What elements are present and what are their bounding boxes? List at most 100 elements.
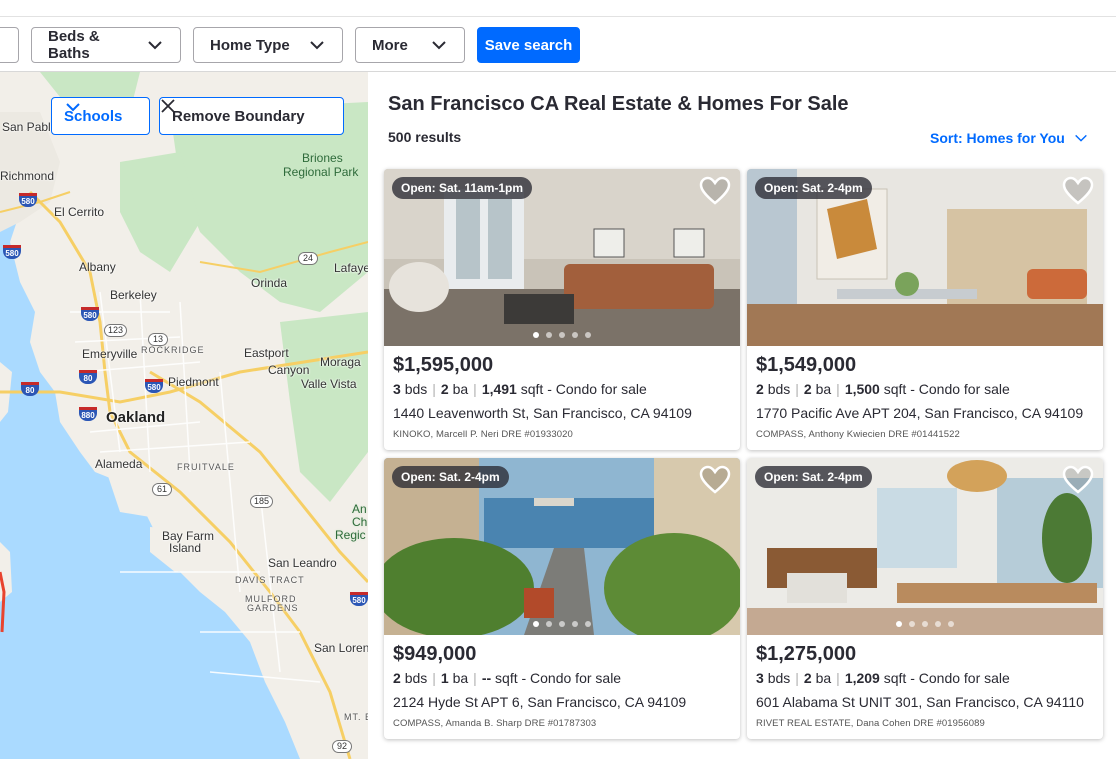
carousel-dots <box>747 621 1103 627</box>
map-label: Ch <box>352 515 368 529</box>
map-label: Piedmont <box>168 375 219 389</box>
map[interactable]: San Pablo Richmond El Cerrito Albany Ber… <box>0 72 368 759</box>
map-label: El Cerrito <box>54 205 105 219</box>
map-label: Richmond <box>0 169 55 183</box>
listing-facts: 3 bds | 2 ba | 1,209 sqft - Condo for sale <box>756 670 1010 686</box>
listing-address[interactable]: 601 Alabama St UNIT 301, San Francisco, … <box>756 694 1084 710</box>
listing-broker: RIVET REAL ESTATE, Dana Cohen DRE #01956… <box>756 718 985 729</box>
highway-shield: 80 <box>21 382 39 396</box>
highway-shield: 580 <box>81 307 99 321</box>
heart-outline-icon[interactable] <box>698 175 732 207</box>
listing-address[interactable]: 2124 Hyde St APT 6, San Francisco, CA 94… <box>393 694 686 710</box>
listing-address[interactable]: 1770 Pacific Ave APT 204, San Francisco,… <box>756 405 1083 421</box>
carousel-dots <box>384 621 740 627</box>
listing-card[interactable]: Open: Sat. 11am-1pm $1,595,000 3 bds | 2 b… <box>384 169 740 450</box>
carousel-dots <box>384 332 740 338</box>
map-label: Briones <box>302 151 343 165</box>
listing-facts: 2 bds | 2 ba | 1,500 sqft - Condo for sale <box>756 381 1010 397</box>
listing-price: $1,549,000 <box>756 354 857 376</box>
listing-photo[interactable]: Open: Sat. 2-4pm <box>384 458 740 635</box>
map-label: Albany <box>79 260 116 274</box>
home-type-label: Home Type <box>210 36 290 54</box>
listing-card[interactable]: Open: Sat. 2-4pm $949,000 2 bds | 1 ba | -- … <box>384 458 740 739</box>
beds-baths-label: Beds & Baths <box>48 28 100 62</box>
chevron-down-icon <box>310 41 324 50</box>
listing-price: $1,595,000 <box>393 354 494 376</box>
sort-dropdown[interactable]: Sort: Homes for You <box>930 130 1089 146</box>
map-label: Oakland <box>106 409 166 426</box>
chevron-down-icon <box>148 41 162 50</box>
map-label: Berkeley <box>110 288 157 302</box>
route-marker: 61 <box>152 483 172 496</box>
map-label: FRUITVALE <box>177 462 235 472</box>
top-strip <box>0 0 1116 17</box>
listing-broker: COMPASS, Anthony Kwiecien DRE #01441522 <box>756 429 960 440</box>
map-label: Alameda <box>95 457 143 471</box>
route-marker: 24 <box>298 252 318 265</box>
map-label: DAVIS TRACT <box>235 575 305 585</box>
map-label: Canyon <box>268 363 310 377</box>
map-label: Island <box>169 541 202 555</box>
home-type-filter-button[interactable]: Home Type <box>193 27 343 63</box>
results-panel: San Francisco CA Real Estate & Homes For… <box>368 72 1116 759</box>
chevron-down-icon <box>66 103 80 112</box>
heart-outline-icon[interactable] <box>698 464 732 496</box>
highway-shield: 80 <box>79 370 97 384</box>
listing-address[interactable]: 1440 Leavenworth St, San Francisco, CA 9… <box>393 405 692 421</box>
map-label: Eastport <box>244 346 289 360</box>
listing-photo[interactable]: Open: Sat. 2-4pm <box>747 169 1103 346</box>
listing-photo[interactable]: Open: Sat. 2-4pm <box>747 458 1103 635</box>
beds-baths-filter-button[interactable]: Beds & Baths <box>31 27 181 63</box>
filter-bar: Beds & Baths Home Type More Save search <box>0 17 1116 72</box>
more-label: More <box>372 36 408 54</box>
highway-shield: 580 <box>19 193 37 207</box>
map-label: San Leandro <box>268 556 337 570</box>
open-house-badge: Open: Sat. 2-4pm <box>392 466 509 488</box>
result-count: 500 results <box>388 129 462 145</box>
chevron-down-icon <box>1074 134 1087 142</box>
listing-price: $1,275,000 <box>756 643 857 665</box>
map-label: San Loren <box>314 641 368 655</box>
open-house-badge: Open: Sat. 11am-1pm <box>392 177 533 199</box>
route-marker: 185 <box>250 495 274 508</box>
listing-facts: 3 bds | 2 ba | 1,491 sqft - Condo for sale <box>393 381 647 397</box>
map-label: GARDENS <box>247 603 299 613</box>
map-label: ROCKRIDGE <box>141 345 205 355</box>
route-marker: 92 <box>332 740 352 753</box>
listing-card[interactable]: Open: Sat. 2-4pm $1,549,000 2 bds | 2 ba | 1… <box>747 169 1103 450</box>
close-icon <box>161 99 175 113</box>
highway-shield: 580 <box>145 379 163 393</box>
route-marker: 13 <box>148 333 168 346</box>
open-house-badge: Open: Sat. 2-4pm <box>755 466 872 488</box>
listing-card[interactable]: Open: Sat. 2-4pm $1,275,000 3 bds | 2 ba | 1… <box>747 458 1103 739</box>
map-label: Lafaye <box>334 261 368 275</box>
heart-outline-icon[interactable] <box>1061 175 1095 207</box>
remove-boundary-button[interactable]: Remove Boundary <box>159 97 344 135</box>
route-marker: 123 <box>104 324 128 337</box>
listing-broker: KINOKO, Marcell P. Neri DRE #01933020 <box>393 429 573 440</box>
map-label: Orinda <box>251 276 288 290</box>
map-label: Regional Park <box>283 165 359 179</box>
map-label: An <box>352 502 367 516</box>
map-label: San Pablo <box>2 120 58 134</box>
listing-broker: COMPASS, Amanda B. Sharp DRE #01787303 <box>393 718 597 729</box>
page-title: San Francisco CA Real Estate & Homes For… <box>388 93 849 115</box>
save-search-button[interactable]: Save search <box>477 27 580 63</box>
price-filter-button[interactable] <box>0 27 19 63</box>
chevron-down-icon <box>432 41 446 50</box>
highway-shield: 880 <box>79 407 97 421</box>
highway-shield: 580 <box>3 245 21 259</box>
open-house-badge: Open: Sat. 2-4pm <box>755 177 872 199</box>
map-label: Regic <box>335 528 366 542</box>
map-label: Valle Vista <box>301 377 357 391</box>
remove-boundary-label: Remove Boundary <box>172 107 305 125</box>
highway-shield: 580 <box>350 592 368 606</box>
more-filter-button[interactable]: More <box>355 27 465 63</box>
listing-price: $949,000 <box>393 643 477 665</box>
map-label: MT. E <box>344 712 368 722</box>
schools-button[interactable]: Schools <box>51 97 150 135</box>
listing-photo[interactable]: Open: Sat. 11am-1pm <box>384 169 740 346</box>
map-label: Emeryville <box>82 347 138 361</box>
sort-label: Sort: Homes for You <box>930 130 1065 146</box>
heart-outline-icon[interactable] <box>1061 464 1095 496</box>
